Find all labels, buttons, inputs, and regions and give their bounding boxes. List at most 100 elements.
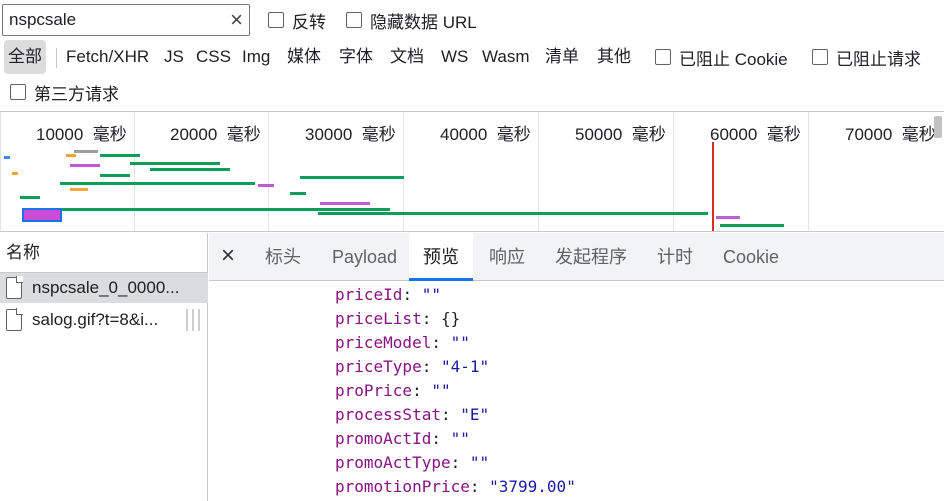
hide-data-urls-label: 隐藏数据 URL (370, 12, 477, 32)
json-entry[interactable]: priceId: "" (335, 283, 441, 307)
file-icon (6, 308, 23, 331)
type-filter-wasm[interactable]: Wasm (478, 40, 534, 74)
tick-label-unit: 毫秒 (361, 125, 396, 144)
tick-label: 30000 毫秒 (305, 120, 396, 145)
json-entry[interactable]: processStat: "E" (335, 403, 489, 427)
load-event-marker (712, 142, 714, 231)
request-name[interactable]: salog.gif?t=8&i... (32, 310, 158, 330)
invert-checkbox[interactable]: 反转 (268, 8, 326, 32)
checkbox-box[interactable] (812, 49, 828, 65)
json-entry[interactable]: proPrice: "" (335, 379, 451, 403)
json-entry[interactable]: priceList: {} (335, 307, 460, 331)
checkbox-box[interactable] (268, 12, 284, 28)
waterfall-bar (150, 168, 230, 171)
blocked-cookies-checkbox[interactable]: 已阻止 Cookie (655, 45, 788, 69)
json-entry[interactable]: promoActId: "" (335, 427, 470, 451)
tab-headers[interactable]: 标头 (251, 233, 315, 281)
json-entry[interactable]: priceModel: "" (335, 331, 470, 355)
request-detail-panel: × 标头 Payload 预览 响应 发起程序 计时 Cookie priceI… (209, 233, 944, 501)
type-filter-doc[interactable]: 文档 (386, 40, 428, 74)
column-resize-grip[interactable] (186, 305, 204, 335)
json-key: priceType (335, 357, 422, 376)
invert-label: 反转 (292, 12, 326, 32)
type-filter-fetch-xhr[interactable]: Fetch/XHR (62, 40, 153, 74)
waterfall-bar (62, 208, 300, 211)
tab-cookies[interactable]: Cookie (709, 233, 793, 281)
type-filter-img[interactable]: Img (238, 40, 274, 74)
filter-toolbar: nspcsale × 反转 隐藏数据 URL (0, 0, 944, 38)
type-filter-all[interactable]: 全部 (4, 40, 46, 74)
type-filter-js[interactable]: JS (160, 40, 188, 74)
tab-response[interactable]: 响应 (475, 233, 539, 281)
waterfall-bar (66, 154, 76, 157)
file-icon (6, 276, 23, 299)
waterfall-bar (70, 164, 100, 167)
third-party-checkbox[interactable]: 第三方请求 (10, 80, 119, 104)
type-filter-media[interactable]: 媒体 (283, 40, 325, 74)
tick-line (0, 112, 1, 231)
tick-label: 40000 毫秒 (440, 120, 531, 145)
json-value: "" (431, 381, 451, 400)
json-value: "" (421, 285, 441, 304)
name-column-header[interactable]: 名称 (0, 233, 207, 273)
request-row[interactable]: nspcsale_0_0000... (0, 273, 208, 303)
timeline-scrollbar[interactable] (934, 116, 942, 138)
tick-line (808, 112, 809, 231)
json-value: "" (469, 453, 490, 472)
tick-label: 70000 毫秒 (845, 120, 936, 145)
type-filter-ws[interactable]: WS (437, 40, 472, 74)
type-filter-css[interactable]: CSS (192, 40, 235, 74)
filter-input-value[interactable]: nspcsale (9, 10, 76, 30)
tab-payload[interactable]: Payload (318, 233, 411, 281)
type-filter-font[interactable]: 字体 (335, 40, 377, 74)
json-entry[interactable]: priceType: "4-1" (335, 355, 489, 379)
tick-line (134, 112, 135, 231)
tick-label-value: 20000 (170, 125, 218, 144)
waterfall-bar (318, 212, 708, 215)
request-row[interactable]: salog.gif?t=8&i... (0, 305, 208, 335)
timeline-selection[interactable] (22, 208, 62, 222)
tick-label: 20000 毫秒 (170, 120, 261, 145)
blocked-cookies-label: 已阻止 Cookie (679, 49, 788, 69)
close-icon[interactable]: × (221, 244, 235, 268)
waterfall-bar (60, 182, 255, 185)
waterfall-bar (74, 150, 98, 153)
type-filter-bar: 全部 Fetch/XHR JS CSS Img 媒体 字体 文档 WS Wasm… (0, 40, 944, 76)
checkbox-box[interactable] (346, 12, 362, 28)
filter-input[interactable]: nspcsale × (2, 4, 250, 36)
json-entry[interactable]: promotionPrice: "3799.00" (335, 475, 576, 499)
tab-initiator[interactable]: 发起程序 (541, 233, 641, 281)
hide-data-urls-checkbox[interactable]: 隐藏数据 URL (346, 8, 477, 32)
tick-line (268, 112, 269, 231)
json-entry[interactable]: promoActType: "" (335, 451, 489, 475)
type-filter-other[interactable]: 其他 (593, 40, 635, 74)
waterfall-bar (300, 208, 390, 211)
waterfall-bar (100, 154, 140, 157)
waterfall-bar (70, 188, 88, 191)
tick-label-value: 30000 (305, 125, 353, 144)
waterfall-bar (4, 156, 10, 159)
waterfall-bar (100, 174, 130, 177)
json-key: promotionPrice (335, 477, 470, 496)
third-party-label: 第三方请求 (34, 84, 119, 104)
request-name[interactable]: nspcsale_0_0000... (32, 278, 179, 298)
tab-timing[interactable]: 计时 (643, 233, 707, 281)
timeline-overview[interactable]: 10000 毫秒 20000 毫秒 30000 毫秒 40000 毫秒 5000… (0, 111, 944, 232)
waterfall-bar (720, 224, 784, 227)
json-key: processStat (335, 405, 441, 424)
tick-label-unit: 毫秒 (766, 125, 801, 144)
json-key: priceModel (335, 333, 432, 352)
tab-preview[interactable]: 预览 (409, 233, 473, 281)
waterfall-bar (716, 216, 740, 219)
type-filter-manifest[interactable]: 清单 (541, 40, 583, 74)
blocked-requests-label: 已阻止请求 (836, 49, 921, 69)
request-list-panel: 名称 nspcsale_0_0000... salog.gif?t=8&i... (0, 233, 208, 501)
json-key: priceId (335, 285, 403, 304)
checkbox-box[interactable] (655, 49, 671, 65)
blocked-requests-checkbox[interactable]: 已阻止请求 (812, 45, 921, 69)
tick-label-unit: 毫秒 (631, 125, 666, 144)
checkbox-box[interactable] (10, 84, 26, 100)
json-value: "4-1" (440, 357, 490, 376)
clear-filter-icon[interactable]: × (230, 8, 243, 32)
json-key: promoActId (335, 429, 432, 448)
